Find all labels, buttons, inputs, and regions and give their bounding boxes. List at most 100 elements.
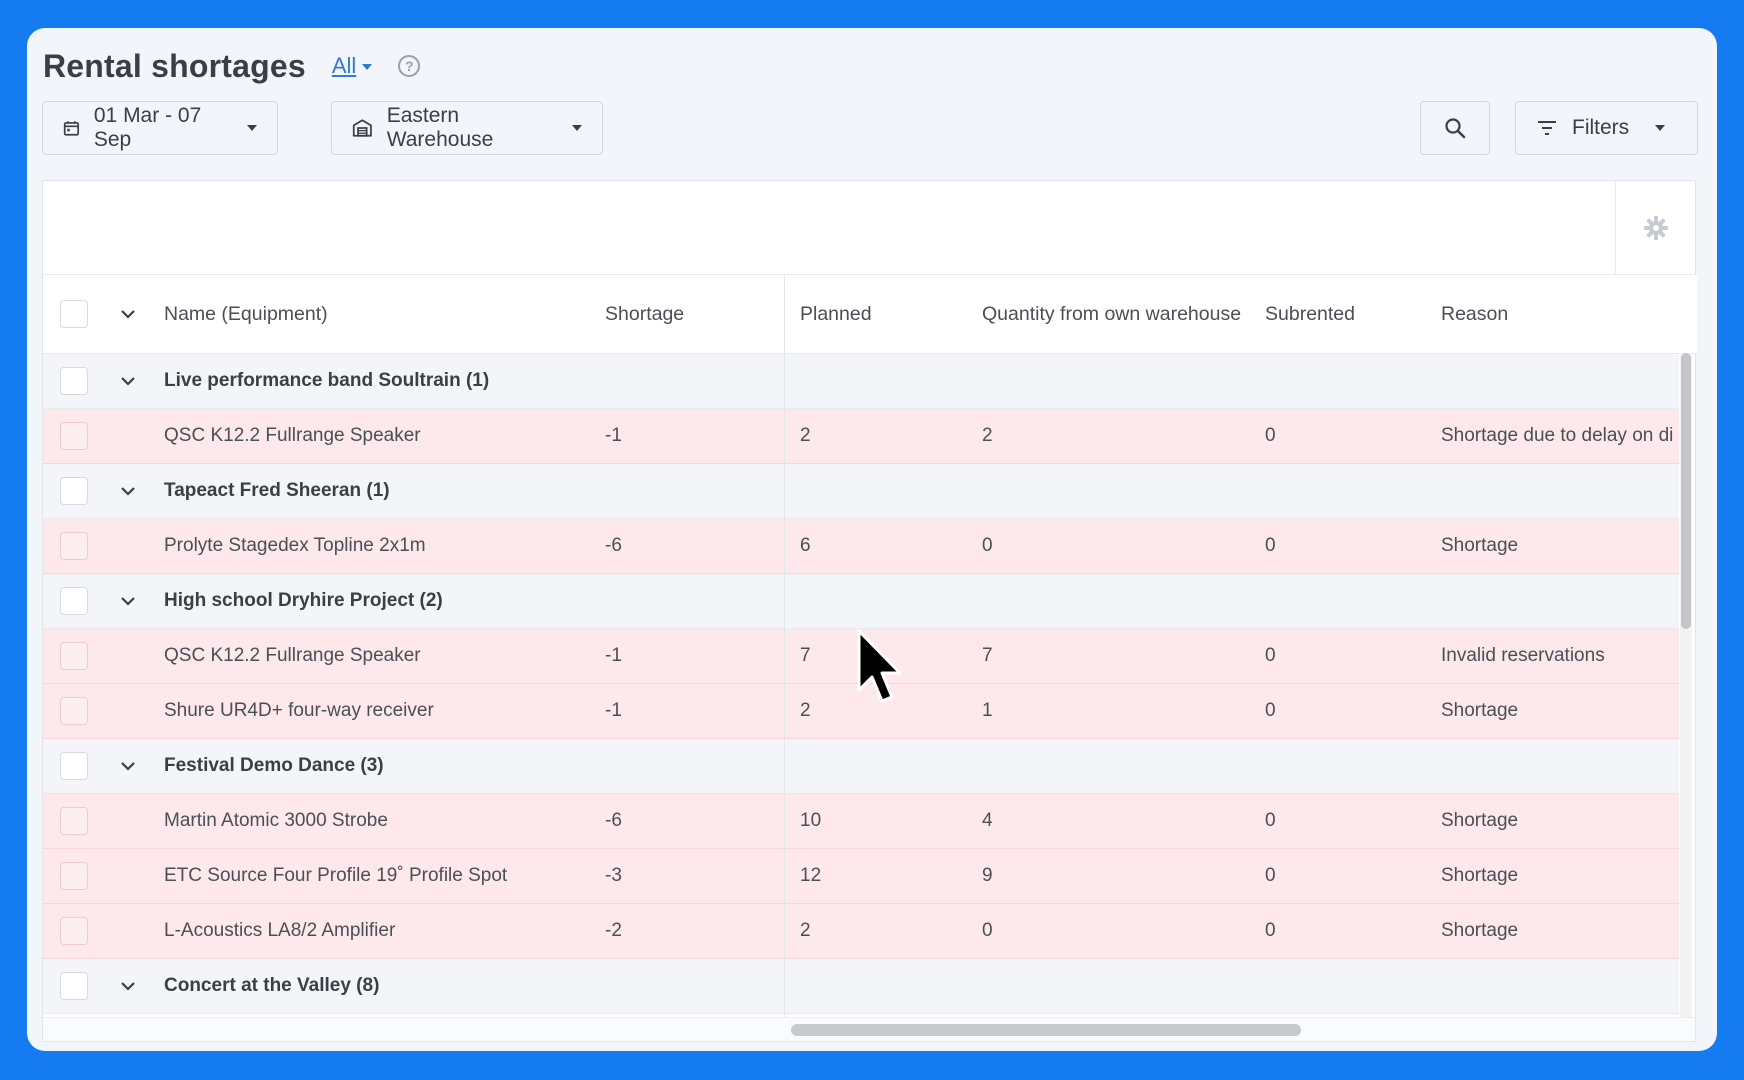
row-checkbox[interactable]: [60, 807, 88, 835]
column-divider: [784, 275, 785, 1022]
shortages-table: Name (Equipment) Shortage Planned Quanti…: [42, 180, 1697, 1042]
row-checkbox[interactable]: [60, 532, 88, 560]
cell-shortage: -1: [605, 425, 622, 446]
cell-reason: Invalid reservations: [1441, 645, 1605, 666]
cell-own-warehouse: 0: [982, 920, 993, 941]
table-header-row: Name (Equipment) Shortage Planned Quanti…: [43, 275, 1697, 354]
scope-dropdown[interactable]: All: [331, 53, 373, 79]
cell-shortage: -6: [605, 810, 622, 831]
cell-name: ETC Source Four Profile 19˚ Profile Spot: [164, 865, 508, 886]
cell-own-warehouse: 0: [982, 535, 993, 556]
table-row[interactable]: ETC Source Four Profile 19˚ Profile Spot…: [43, 849, 1679, 904]
table-settings-button[interactable]: [1615, 181, 1695, 275]
cell-name: Shure UR4D+ four-way receiver: [164, 700, 434, 721]
cell-reason: Shortage: [1441, 810, 1519, 831]
warehouse-icon: [352, 119, 372, 137]
column-header-own-warehouse[interactable]: Quantity from own warehouse: [982, 275, 1241, 353]
chevron-down-icon[interactable]: [118, 756, 138, 776]
cell-shortage: -3: [605, 865, 622, 886]
column-header-subrented[interactable]: Subrented: [1265, 275, 1355, 353]
cell-planned: 2: [800, 425, 811, 446]
group-row[interactable]: Tapeact Fred Sheeran (1): [43, 464, 1679, 519]
group-checkbox[interactable]: [60, 477, 88, 505]
group-checkbox[interactable]: [60, 367, 88, 395]
cell-name: Martin Atomic 3000 Strobe: [164, 810, 388, 831]
cell-subrented: 0: [1265, 645, 1276, 666]
column-header-shortage[interactable]: Shortage: [605, 275, 684, 353]
row-checkbox[interactable]: [60, 862, 88, 890]
row-checkbox[interactable]: [60, 697, 88, 725]
table-row[interactable]: L-Acoustics LA8/2 Amplifier -2 2 0 0 Sho…: [43, 904, 1679, 959]
column-header-planned[interactable]: Planned: [800, 275, 872, 353]
cell-name: QSC K12.2 Fullrange Speaker: [164, 645, 421, 666]
caret-down-icon: [572, 125, 582, 131]
title-row: Rental shortages All ?: [43, 38, 421, 94]
group-row[interactable]: Festival Demo Dance (3): [43, 739, 1679, 794]
gear-icon: [1643, 216, 1668, 240]
group-label: Tapeact Fred Sheeran (1): [164, 480, 390, 501]
cell-subrented: 0: [1265, 920, 1276, 941]
table-row[interactable]: QSC K12.2 Fullrange Speaker -1 2 2 0 Sho…: [43, 409, 1679, 464]
cell-own-warehouse: 7: [982, 645, 993, 666]
chevron-down-icon[interactable]: [118, 304, 138, 324]
chevron-down-icon[interactable]: [118, 371, 138, 391]
group-row[interactable]: Live performance band Soultrain (1): [43, 354, 1679, 409]
row-checkbox[interactable]: [60, 917, 88, 945]
caret-down-icon: [362, 64, 373, 70]
group-label: High school Dryhire Project (2): [164, 590, 443, 611]
cell-own-warehouse: 2: [982, 425, 993, 446]
cell-shortage: -1: [605, 645, 622, 666]
cell-subrented: 0: [1265, 865, 1276, 886]
rental-shortages-card: Rental shortages All ? 01 Mar - 07 Sep E…: [27, 28, 1717, 1051]
cell-planned: 6: [800, 535, 811, 556]
column-header-reason[interactable]: Reason: [1441, 275, 1508, 353]
filters-label: Filters: [1572, 116, 1630, 139]
group-label: Concert at the Valley (8): [164, 975, 380, 996]
group-row[interactable]: High school Dryhire Project (2): [43, 574, 1679, 629]
search-icon: [1445, 118, 1466, 139]
help-icon[interactable]: ?: [398, 55, 421, 77]
cell-subrented: 0: [1265, 700, 1276, 721]
filters-button[interactable]: Filters: [1515, 101, 1698, 155]
scope-label: All: [331, 53, 357, 78]
group-checkbox[interactable]: [60, 972, 88, 1000]
cell-shortage: -2: [605, 920, 622, 941]
search-button[interactable]: [1420, 101, 1490, 155]
cell-planned: 12: [800, 865, 822, 886]
vertical-scrollbar[interactable]: [1680, 353, 1692, 1025]
chevron-down-icon[interactable]: [118, 976, 138, 996]
cell-planned: 2: [800, 920, 811, 941]
group-checkbox[interactable]: [60, 587, 88, 615]
cell-planned: 10: [800, 810, 822, 831]
cell-name: L-Acoustics LA8/2 Amplifier: [164, 920, 396, 941]
date-range-picker[interactable]: 01 Mar - 07 Sep: [42, 101, 278, 155]
chevron-down-icon[interactable]: [118, 481, 138, 501]
table-row[interactable]: Prolyte Stagedex Topline 2x1m -6 6 0 0 S…: [43, 519, 1679, 574]
chevron-down-icon[interactable]: [118, 591, 138, 611]
cell-reason: Shortage due to delay on di: [1441, 425, 1674, 446]
group-row[interactable]: Concert at the Valley (8): [43, 959, 1679, 1014]
warehouse-select[interactable]: Eastern Warehouse: [331, 101, 603, 155]
cell-own-warehouse: 4: [982, 810, 993, 831]
select-all-checkbox[interactable]: [60, 300, 88, 328]
cell-subrented: 0: [1265, 535, 1276, 556]
mouse-cursor-icon: [857, 629, 902, 703]
calendar-icon: [63, 121, 80, 136]
cell-planned: 2: [800, 700, 811, 721]
group-checkbox[interactable]: [60, 752, 88, 780]
cell-own-warehouse: 9: [982, 865, 993, 886]
cell-planned: 7: [800, 645, 811, 666]
vertical-scrollbar-thumb[interactable]: [1681, 353, 1691, 629]
cell-reason: Shortage: [1441, 535, 1519, 556]
group-label: Live performance band Soultrain (1): [164, 370, 490, 391]
cell-subrented: 0: [1265, 810, 1276, 831]
horizontal-scrollbar[interactable]: [43, 1017, 1695, 1041]
cell-shortage: -1: [605, 700, 622, 721]
horizontal-scrollbar-thumb[interactable]: [791, 1024, 1301, 1036]
warehouse-label: Eastern Warehouse: [386, 104, 494, 151]
table-row[interactable]: Martin Atomic 3000 Strobe -6 10 4 0 Shor…: [43, 794, 1679, 849]
row-checkbox[interactable]: [60, 642, 88, 670]
column-header-name[interactable]: Name (Equipment): [164, 275, 328, 353]
table-toolbar: [43, 181, 1695, 275]
row-checkbox[interactable]: [60, 422, 88, 450]
